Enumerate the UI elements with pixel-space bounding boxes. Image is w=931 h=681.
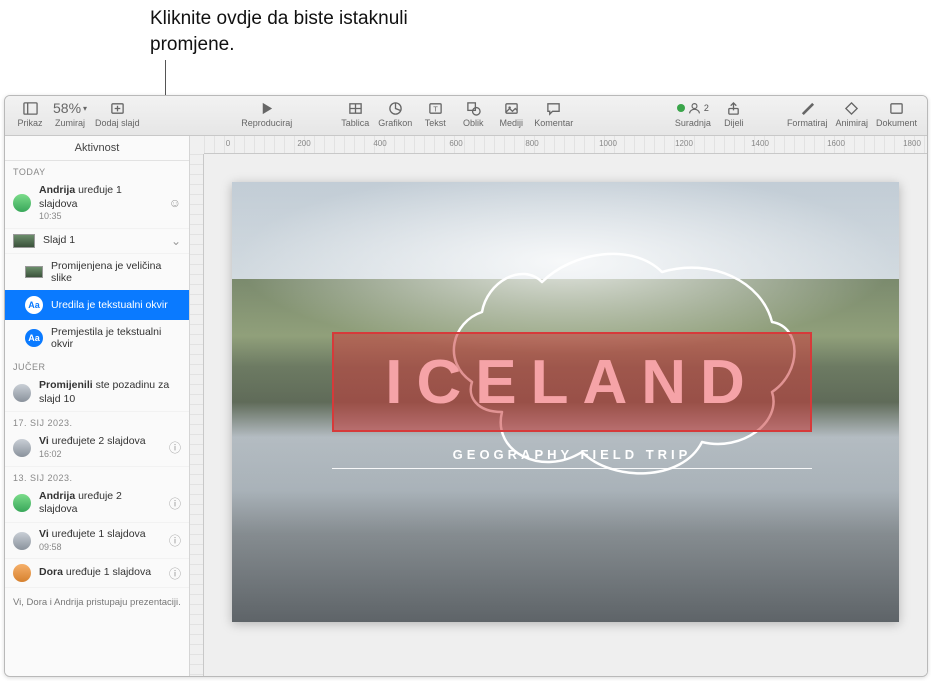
avatar <box>13 194 31 212</box>
zoom-value: 58%▾ <box>53 100 87 116</box>
canvas-area[interactable]: 0 200 400 600 800 1000 1200 1400 1600 18… <box>190 136 927 676</box>
activity-change-selected[interactable]: Aa Uredila je tekstualni okvir <box>5 290 189 320</box>
play-label: Reproduciraj <box>241 118 292 128</box>
text-edit-icon: Aa <box>25 329 43 347</box>
sidebar-icon <box>23 100 38 116</box>
activity-sidebar: Aktivnost TODAY Andrija uređuje 1 slajdo… <box>5 136 190 676</box>
table-button[interactable]: Tablica <box>336 98 374 134</box>
app-window: Prikaz 58%▾ Zumiraj Dodaj slajd Reproduc… <box>4 95 928 677</box>
toolbar: Prikaz 58%▾ Zumiraj Dodaj slajd Reproduc… <box>5 96 927 136</box>
comment-button[interactable]: Komentar <box>530 98 577 134</box>
add-slide-label: Dodaj slajd <box>95 118 140 128</box>
svg-text:T: T <box>433 104 438 113</box>
document-button[interactable]: Dokument <box>872 98 921 134</box>
activity-slide-row[interactable]: Slajd 1 ⌄ <box>5 229 189 254</box>
avatar <box>13 564 31 582</box>
activity-time: 16:02 <box>39 449 161 461</box>
animate-button[interactable]: Animiraj <box>831 98 872 134</box>
collaborate-icon: 2 <box>677 100 709 116</box>
text-edit-icon: Aa <box>25 296 43 314</box>
section-date: 17. SIJ 2023. <box>5 412 189 430</box>
brush-icon <box>800 100 815 116</box>
smile-icon[interactable]: ☺ <box>169 196 181 210</box>
chevron-down-icon[interactable]: ⌄ <box>171 234 181 248</box>
info-icon[interactable]: ⓘ <box>169 565 181 582</box>
slide-title-box[interactable]: ICELAND <box>332 332 812 432</box>
change-label: Premjestila je tekstualni okvir <box>51 326 181 350</box>
activity-text: Andrija uređuje 2 slajdova <box>39 490 161 517</box>
avatar <box>13 439 31 457</box>
view-label: Prikaz <box>17 118 42 128</box>
play-icon <box>259 100 274 116</box>
section-yesterday: JUČER <box>5 356 189 374</box>
document-icon <box>889 100 904 116</box>
format-button[interactable]: Formatiraj <box>783 98 832 134</box>
add-slide-button[interactable]: Dodaj slajd <box>91 98 144 134</box>
chart-icon <box>388 100 403 116</box>
diamond-icon <box>844 100 859 116</box>
change-label: Promijenjena je veličina slike <box>51 260 181 284</box>
play-button[interactable]: Reproduciraj <box>237 98 296 134</box>
plus-icon <box>110 100 125 116</box>
table-icon <box>348 100 363 116</box>
activity-text: Vi uređujete 2 slajdova <box>39 435 161 449</box>
zoom-button[interactable]: 58%▾ Zumiraj <box>49 98 91 134</box>
activity-entry[interactable]: Andrija uređuje 1 slajdova 10:35 ☺ <box>5 179 189 229</box>
image-icon <box>25 266 43 278</box>
activity-footer: Vi, Dora i Andrija pristupaju prezentaci… <box>5 588 189 617</box>
media-icon <box>504 100 519 116</box>
activity-feed[interactable]: TODAY Andrija uređuje 1 slajdova 10:35 ☺… <box>5 161 189 676</box>
ruler-vertical <box>190 154 204 676</box>
shape-button[interactable]: Oblik <box>454 98 492 134</box>
text-button[interactable]: T Tekst <box>416 98 454 134</box>
chart-button[interactable]: Grafikon <box>374 98 416 134</box>
avatar <box>13 494 31 512</box>
slide[interactable]: ICELAND GEOGRAPHY FIELD TRIP <box>232 182 899 622</box>
share-icon <box>726 100 741 116</box>
collaborate-button[interactable]: 2 Suradnja <box>671 98 715 134</box>
view-button[interactable]: Prikaz <box>11 98 49 134</box>
slide-thumbnail <box>13 234 35 248</box>
activity-change[interactable]: Aa Premjestila je tekstualni okvir <box>5 320 189 356</box>
slide-title: ICELAND <box>385 347 759 418</box>
activity-entry[interactable]: Andrija uređuje 2 slajdova ⓘ <box>5 485 189 523</box>
activity-entry[interactable]: Vi uređujete 2 slajdova 16:02 ⓘ <box>5 430 189 466</box>
share-button[interactable]: Dijeli <box>715 98 753 134</box>
info-icon[interactable]: ⓘ <box>169 439 181 456</box>
activity-time: 09:58 <box>39 542 161 554</box>
slide-subtitle[interactable]: GEOGRAPHY FIELD TRIP <box>332 447 812 469</box>
sidebar-title: Aktivnost <box>5 136 189 161</box>
zoom-label: Zumiraj <box>55 118 85 128</box>
activity-text: Promijenili ste pozadinu za slajd 10 <box>39 379 181 406</box>
info-icon[interactable]: ⓘ <box>169 532 181 549</box>
ruler-horizontal: 0 200 400 600 800 1000 1200 1400 1600 18… <box>204 136 927 154</box>
activity-entry[interactable]: Promijenili ste pozadinu za slajd 10 <box>5 374 189 412</box>
avatar <box>13 532 31 550</box>
activity-time: 10:35 <box>39 211 161 223</box>
info-icon[interactable]: ⓘ <box>169 495 181 512</box>
activity-text: Vi uređujete 1 slajdova <box>39 528 161 542</box>
callout-text: Kliknite ovdje da biste istaknuli promje… <box>150 6 450 57</box>
media-button[interactable]: Mediji <box>492 98 530 134</box>
slide-label: Slajd 1 <box>43 234 163 248</box>
activity-text: Andrija uređuje 1 slajdova <box>39 184 161 211</box>
avatar <box>13 384 31 402</box>
shape-icon <box>466 100 481 116</box>
activity-text: Dora uređuje 1 slajdova <box>39 566 161 580</box>
activity-entry[interactable]: Vi uređujete 1 slajdova 09:58 ⓘ <box>5 523 189 559</box>
slide-stage: ICELAND GEOGRAPHY FIELD TRIP <box>204 154 927 676</box>
activity-entry[interactable]: Dora uređuje 1 slajdova ⓘ <box>5 559 189 588</box>
text-icon: T <box>428 100 443 116</box>
section-date: 13. SIJ 2023. <box>5 467 189 485</box>
section-today: TODAY <box>5 161 189 179</box>
comment-icon <box>546 100 561 116</box>
activity-change[interactable]: Promijenjena je veličina slike <box>5 254 189 290</box>
change-label: Uredila je tekstualni okvir <box>51 299 168 311</box>
